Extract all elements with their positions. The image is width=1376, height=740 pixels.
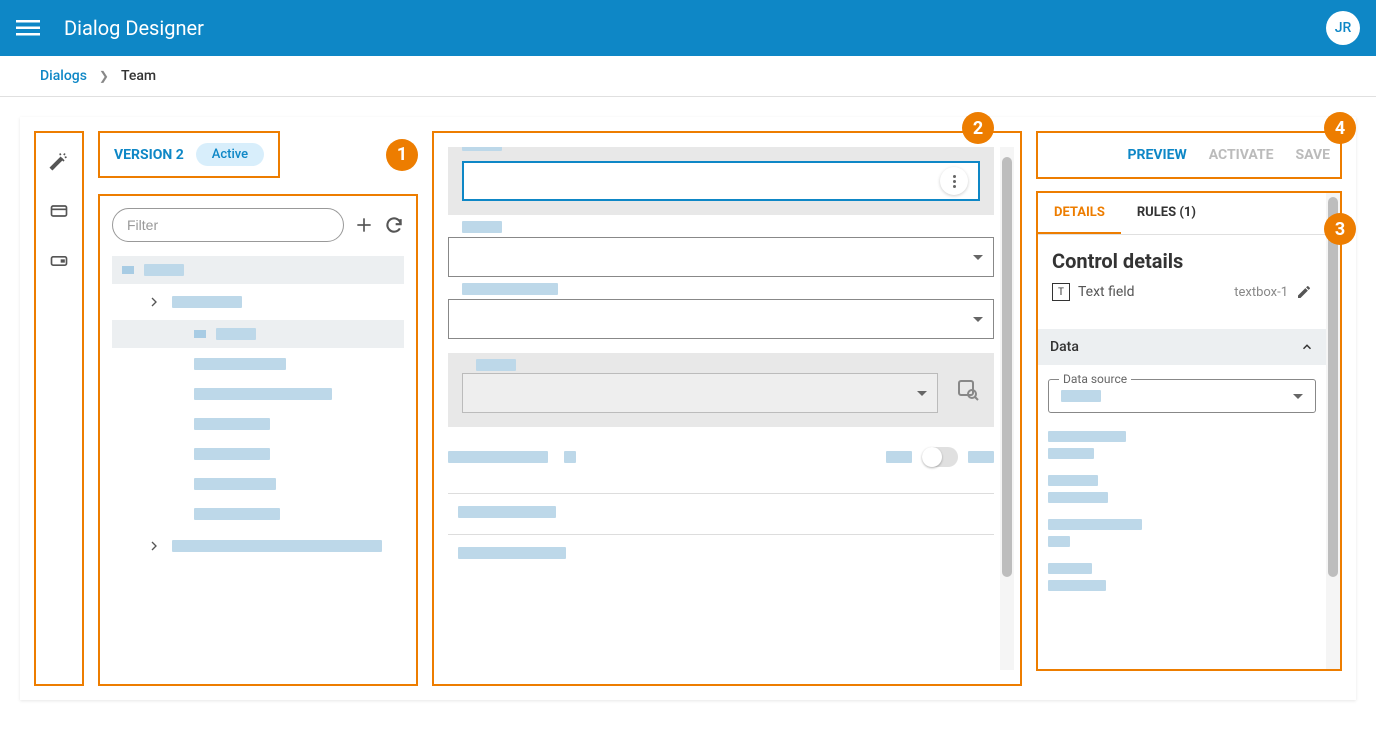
- tree-item[interactable]: [112, 530, 404, 562]
- workspace: VERSION 2 Active 1: [0, 97, 1376, 720]
- layout: VERSION 2 Active 1: [20, 117, 1356, 700]
- details-box: DETAILS RULES (1) Control details T Text…: [1036, 191, 1342, 671]
- version-label: VERSION 2: [114, 147, 184, 163]
- dropdown-field[interactable]: [448, 299, 994, 339]
- tree-panel: VERSION 2 Active 1: [98, 117, 418, 700]
- form-block[interactable]: [448, 291, 994, 339]
- form-block[interactable]: [448, 353, 994, 427]
- menu-icon[interactable]: [16, 16, 40, 40]
- canvas-box: [432, 131, 1022, 686]
- dropdown-field[interactable]: [448, 237, 994, 277]
- chevron-down-icon: [973, 317, 983, 322]
- callout-1: 1: [386, 139, 418, 171]
- breadcrumb-root[interactable]: Dialogs: [40, 68, 87, 84]
- scrollbar[interactable]: [1326, 193, 1340, 669]
- more-icon[interactable]: [940, 167, 968, 195]
- chevron-right-icon[interactable]: [146, 294, 162, 310]
- app-title: Dialog Designer: [64, 16, 1326, 40]
- tab-rules[interactable]: RULES (1): [1121, 193, 1212, 234]
- dropdown-field[interactable]: [462, 373, 938, 413]
- callout-4: 4: [1324, 112, 1356, 144]
- tree-item[interactable]: [112, 380, 404, 408]
- text-field[interactable]: [462, 161, 980, 201]
- tree-box: [98, 194, 418, 686]
- tree-item[interactable]: [112, 470, 404, 498]
- tree-item[interactable]: [112, 440, 404, 468]
- details-panel: 4 3 PREVIEW ACTIVATE SAVE DETAILS RULES …: [1036, 117, 1356, 700]
- lookup-icon[interactable]: [956, 378, 980, 402]
- accordion-body: Data source: [1038, 365, 1326, 605]
- chevron-down-icon: [1293, 394, 1303, 399]
- preview-button[interactable]: PREVIEW: [1127, 147, 1186, 163]
- property-item: [1048, 475, 1316, 503]
- callout-2: 2: [962, 112, 994, 144]
- filter-input[interactable]: [112, 208, 344, 242]
- property-item: [1048, 431, 1316, 459]
- property-item: [1048, 563, 1316, 591]
- activate-button[interactable]: ACTIVATE: [1209, 147, 1274, 163]
- chevron-down-icon: [973, 255, 983, 260]
- scrollbar[interactable]: [1000, 147, 1014, 670]
- chevron-down-icon: [917, 391, 927, 396]
- tree-item[interactable]: [112, 286, 404, 318]
- canvas-panel: 2: [432, 117, 1022, 700]
- chevron-right-icon: ❯: [99, 69, 109, 83]
- app-header: Dialog Designer JR: [0, 0, 1376, 56]
- tree-item[interactable]: [112, 500, 404, 528]
- status-badge: Active: [196, 143, 264, 166]
- breadcrumb-current: Team: [121, 68, 156, 84]
- tree: [112, 256, 404, 562]
- list-item[interactable]: [448, 535, 994, 575]
- accordion-header[interactable]: Data: [1038, 329, 1326, 365]
- control-id: textbox-1: [1234, 285, 1288, 300]
- actions-box: PREVIEW ACTIVATE SAVE: [1036, 131, 1342, 179]
- list-rows: [448, 493, 994, 575]
- refresh-icon[interactable]: [384, 215, 404, 235]
- chevron-up-icon: [1300, 340, 1314, 354]
- wand-icon[interactable]: [49, 151, 69, 171]
- property-item: [1048, 519, 1316, 547]
- form-block[interactable]: [448, 229, 994, 277]
- control-type: Text field: [1078, 284, 1135, 300]
- form-block[interactable]: [448, 147, 994, 215]
- icon-rail: [34, 131, 84, 686]
- details-title: Control details: [1052, 249, 1312, 273]
- tree-item[interactable]: [112, 256, 404, 284]
- data-source-field[interactable]: Data source: [1048, 379, 1316, 413]
- card-icon[interactable]: [49, 201, 69, 221]
- version-box: VERSION 2 Active: [98, 131, 280, 178]
- accordion-label: Data: [1050, 339, 1079, 355]
- textfield-icon: T: [1052, 283, 1070, 301]
- tabs: DETAILS RULES (1): [1038, 193, 1326, 235]
- control-row: T Text field textbox-1: [1052, 283, 1312, 301]
- tree-item[interactable]: [112, 320, 404, 348]
- toggle-switch[interactable]: [922, 447, 958, 467]
- chevron-right-icon[interactable]: [146, 538, 162, 554]
- tab-details[interactable]: DETAILS: [1038, 193, 1121, 234]
- section-row: [448, 441, 994, 473]
- breadcrumb: Dialogs ❯ Team: [0, 56, 1376, 97]
- tree-item[interactable]: [112, 350, 404, 378]
- save-button[interactable]: SAVE: [1296, 147, 1331, 163]
- edit-icon[interactable]: [1296, 284, 1312, 300]
- field-label: Data source: [1059, 372, 1131, 386]
- panel-icon[interactable]: [49, 251, 69, 271]
- callout-3: 3: [1324, 213, 1356, 245]
- tree-item[interactable]: [112, 410, 404, 438]
- add-icon[interactable]: [354, 215, 374, 235]
- user-avatar[interactable]: JR: [1326, 11, 1360, 45]
- list-item[interactable]: [448, 494, 994, 535]
